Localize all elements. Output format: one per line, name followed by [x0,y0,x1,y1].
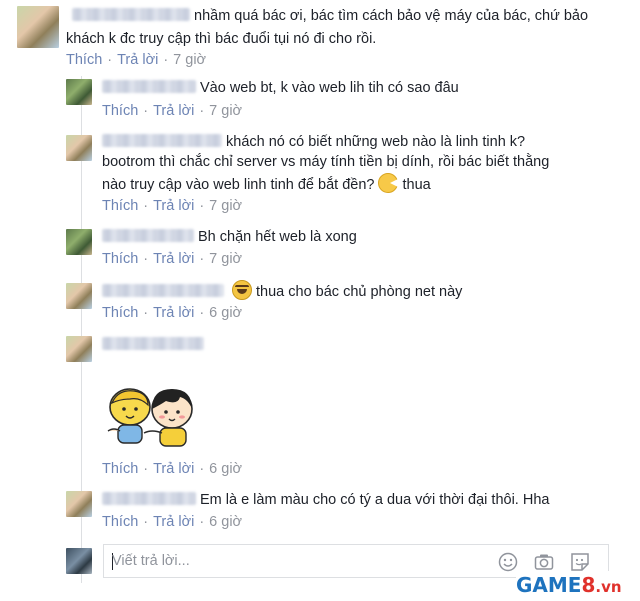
comment-text: Vào web bt, k vào web lih tih có sao đâu [102,77,459,100]
comment-text: nhầm quá bác ơi, bác tìm cách bảo vệ máy… [72,5,588,28]
current-user-avatar[interactable] [66,548,92,574]
timestamp[interactable]: 7 giờ [209,198,242,214]
comment-actions: Thích · Trả lời · 6 giờ [102,461,243,477]
reply-link[interactable]: Trả lời [117,52,158,68]
author-name[interactable] [102,337,204,350]
author-name[interactable] [102,134,222,147]
comment-actions: Thích · Trả lời · 6 giờ [102,514,243,530]
timestamp[interactable]: 6 giờ [209,461,242,477]
reply-link[interactable]: Trả lời [153,461,194,477]
reply-link[interactable]: Trả lời [153,251,194,267]
pacman-emoji-icon [378,173,399,193]
comment-actions: Thích · Trả lời · 7 giờ [102,103,243,119]
author-name[interactable] [102,284,224,297]
reply-comment: khách nó có biết những web nào là linh t… [0,127,640,222]
like-link[interactable]: Thích [102,305,138,321]
reply-comment: Bh chặn hết web là xong Thích · Trả lời · 7 … [0,226,640,276]
camera-icon[interactable] [534,552,554,572]
timestamp[interactable]: 7 giờ [173,52,206,68]
like-link[interactable]: Thích [102,461,138,477]
timestamp[interactable]: 6 giờ [209,305,242,321]
comment-actions: Thích · Trả lời · 7 giờ [66,52,207,68]
avatar[interactable] [66,79,92,105]
timestamp[interactable]: 6 giờ [209,514,242,530]
reply-comment: thua cho bác chủ phòng net này Thích · Trả… [0,279,640,329]
kids-hugging-sticker [107,388,193,447]
author-name[interactable] [72,8,190,21]
avatar[interactable] [66,135,92,161]
avatar[interactable] [17,6,59,48]
reply-link[interactable]: Trả lời [153,305,194,321]
author-name[interactable] [102,80,196,93]
reply-placeholder: Viết trả lời... [112,553,190,569]
reply-link[interactable]: Trả lời [153,514,194,530]
watermark-text: GAME8.vn [516,573,622,597]
comment-text-line2: khách k đc truy cập thì bác đuổi tụi nó … [66,31,377,47]
avatar[interactable] [66,336,92,362]
avatar[interactable] [66,491,92,517]
like-link[interactable]: Thích [66,52,102,68]
like-link[interactable]: Thích [102,198,138,214]
author-name[interactable] [102,229,194,242]
like-link[interactable]: Thích [102,103,138,119]
reply-comment: Em là e làm màu cho có tý a dua với thời… [0,488,640,538]
comment-text-line2: bootrom thì chắc chỉ server vs máy tính … [102,154,550,170]
comment-actions: Thích · Trả lời · 6 giờ [102,305,243,321]
reply-comment: Vào web bt, k vào web lih tih có sao đâu… [0,75,640,125]
comment-text [102,334,208,357]
game8-watermark: GAME8.vn [516,571,640,601]
like-link[interactable]: Thích [102,251,138,267]
comment-text: Em là e làm màu cho có tý a dua với thời… [102,489,549,512]
reply-comment [0,333,640,483]
reply-link[interactable]: Trả lời [153,198,194,214]
like-link[interactable]: Thích [102,514,138,530]
comment-actions: Thích · Trả lời · 7 giờ [102,251,243,267]
main-comment: nhầm quá bác ơi, bác tìm cách bảo vệ máy… [0,0,640,75]
timestamp[interactable]: 7 giờ [209,251,242,267]
comment-actions: Thích · Trả lời · 7 giờ [102,198,243,214]
reply-link[interactable]: Trả lời [153,103,194,119]
comment-text: Bh chặn hết web là xong [102,226,357,249]
smiley-icon[interactable] [498,552,518,572]
author-name[interactable] [102,492,196,505]
avatar[interactable] [66,229,92,255]
timestamp[interactable]: 7 giờ [209,103,242,119]
laughing-emoji-icon [232,280,252,300]
sticker-icon[interactable] [570,552,590,572]
comment-text: thua cho bác chủ phòng net này [102,280,462,304]
comment-text-line3: nào truy cập vào web linh tinh để bắt đề… [102,173,431,197]
avatar[interactable] [66,283,92,309]
